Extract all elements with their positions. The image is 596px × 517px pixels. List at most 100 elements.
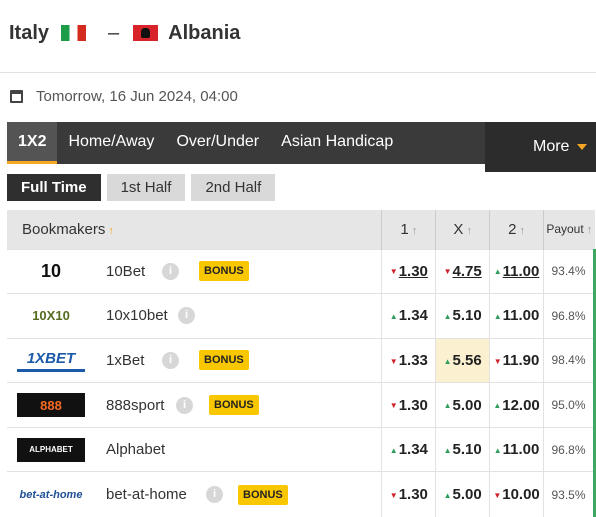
- tab-home-away[interactable]: Home/Away: [57, 122, 165, 164]
- 888sport-logo[interactable]: 888: [17, 393, 85, 418]
- odd-2[interactable]: ▼10.00: [489, 471, 544, 517]
- payout-value: 93.5%: [543, 471, 596, 517]
- arrow-up-icon: ▲: [443, 401, 452, 411]
- period-selector: Full Time 1st Half 2nd Half: [7, 174, 276, 201]
- tab-asian-handicap[interactable]: Asian Handicap: [270, 122, 404, 164]
- albania-flag-icon: [133, 25, 159, 41]
- odd-1[interactable]: ▼1.30: [381, 471, 436, 517]
- more-label: More: [533, 138, 570, 155]
- odd-x[interactable]: ▼4.75: [435, 248, 490, 294]
- period-full-time[interactable]: Full Time: [7, 174, 101, 201]
- match-date: Tomorrow, 16 Jun 2024, 04:00: [10, 88, 238, 105]
- payout-value: 98.4%: [543, 337, 596, 383]
- info-icon[interactable]: i: [162, 262, 179, 280]
- odd-1[interactable]: ▼1.30: [381, 382, 436, 428]
- 10bet-logo[interactable]: 10: [17, 259, 85, 284]
- odd-x-value: 5.10: [452, 441, 482, 459]
- col-bookmakers[interactable]: Bookmakers ↑: [7, 210, 382, 249]
- odd-x[interactable]: ▲5.10: [435, 293, 490, 339]
- bonus-badge[interactable]: BONUS: [199, 350, 249, 371]
- arrow-up-icon: ▲: [493, 401, 502, 411]
- odd-2-value: 11.00: [502, 441, 540, 459]
- odd-2[interactable]: ▲12.00: [489, 382, 544, 428]
- info-icon[interactable]: i: [162, 351, 179, 369]
- alphabet-logo[interactable]: ALPHABET: [17, 437, 85, 462]
- info-icon[interactable]: i: [176, 396, 193, 414]
- period-first-half[interactable]: 1st Half: [106, 174, 186, 201]
- bookmaker-name[interactable]: 1xBet: [106, 352, 164, 369]
- sort-arrow-icon: ↑: [519, 224, 525, 237]
- odd-1-value: 1.30: [398, 486, 428, 504]
- arrow-up-icon: ▲: [493, 445, 502, 455]
- sort-arrow-icon: ↑: [466, 224, 472, 237]
- bonus-badge[interactable]: BONUS: [209, 395, 259, 416]
- table-row: 888 888sport i BONUS ▼1.30 ▲5.00 ▲12.00 95.…: [7, 382, 596, 428]
- odd-2-value: 12.00: [502, 396, 540, 414]
- arrow-up-icon: ▲: [443, 311, 452, 321]
- 10x10bet-logo[interactable]: 10X10: [17, 304, 85, 328]
- odd-x[interactable]: ▲5.00: [435, 471, 490, 517]
- odd-x[interactable]: ▲5.56: [435, 337, 490, 383]
- odd-x[interactable]: ▲5.00: [435, 382, 490, 428]
- odd-2[interactable]: ▼11.90: [489, 337, 544, 383]
- odd-2-value: 11.00: [502, 262, 540, 280]
- arrow-down-icon: ▼: [389, 356, 398, 366]
- payout-value: 93.4%: [543, 248, 596, 294]
- home-team[interactable]: Italy: [9, 22, 49, 45]
- arrow-down-icon: ▼: [389, 267, 398, 277]
- 1xbet-logo[interactable]: 1XBET: [17, 348, 85, 373]
- odds-table: Bookmakers ↑ 1 ↑ X ↑ 2 ↑ Payout ↑ 10 10Bet i BON…: [7, 210, 596, 517]
- arrow-up-icon: ▲: [389, 311, 398, 321]
- arrow-up-icon: ▲: [493, 311, 502, 321]
- arrow-down-icon: ▼: [493, 490, 502, 500]
- table-header-row: Bookmakers ↑ 1 ↑ X ↑ 2 ↑ Payout ↑: [7, 210, 595, 249]
- arrow-down-icon: ▼: [389, 401, 398, 411]
- odd-1[interactable]: ▼1.33: [381, 337, 436, 383]
- period-second-half[interactable]: 2nd Half: [191, 174, 276, 201]
- bookmaker-name[interactable]: 10x10bet: [106, 307, 168, 324]
- bookmaker-name[interactable]: Alphabet: [106, 441, 178, 458]
- sort-arrow-icon: ↑: [411, 224, 418, 237]
- odd-x-value: 5.00: [452, 486, 482, 504]
- tab-1x2[interactable]: 1X2: [7, 122, 58, 164]
- odd-x-value: 5.56: [452, 351, 482, 369]
- match-date-text: Tomorrow, 16 Jun 2024, 04:00: [36, 88, 238, 105]
- bookmaker-name[interactable]: bet-at-home: [106, 486, 196, 503]
- bookmaker-name[interactable]: 10Bet: [106, 263, 164, 280]
- info-icon[interactable]: i: [178, 307, 195, 325]
- more-button[interactable]: More: [485, 122, 596, 172]
- table-row: 1XBET 1xBet i BONUS ▼1.33 ▲5.56 ▼11.90 98.4…: [7, 337, 596, 383]
- arrow-down-icon: ▼: [389, 490, 398, 500]
- info-icon[interactable]: i: [206, 486, 223, 504]
- odd-1[interactable]: ▼1.30: [381, 248, 436, 294]
- divider: [0, 72, 596, 73]
- odd-1[interactable]: ▲1.34: [381, 426, 436, 472]
- arrow-down-icon: ▼: [493, 356, 502, 366]
- odd-2[interactable]: ▲11.00: [489, 293, 544, 339]
- bonus-badge[interactable]: BONUS: [199, 261, 249, 282]
- sort-arrow-icon: ↑: [108, 224, 114, 237]
- col-1-label: 1: [400, 220, 409, 238]
- match-title: Italy – Albania: [9, 18, 240, 48]
- col-payout[interactable]: Payout ↑: [543, 210, 595, 249]
- col-1[interactable]: 1 ↑: [381, 210, 436, 249]
- table-row: ALPHABET Alphabet ▲1.34 ▲5.10 ▲11.00 96.8…: [7, 426, 596, 472]
- odd-1[interactable]: ▲1.34: [381, 293, 436, 339]
- odd-x-value: 4.75: [452, 262, 482, 280]
- arrow-up-icon: ▲: [493, 267, 502, 277]
- away-team[interactable]: Albania: [168, 22, 240, 45]
- odd-2[interactable]: ▲11.00: [489, 248, 544, 294]
- odd-x[interactable]: ▲5.10: [435, 426, 490, 472]
- odd-2[interactable]: ▲11.00: [489, 426, 544, 472]
- bet-at-home-logo[interactable]: bet-at-home: [17, 483, 85, 507]
- arrow-up-icon: ▲: [443, 445, 452, 455]
- bookmaker-name[interactable]: 888sport: [106, 397, 178, 414]
- col-2[interactable]: 2 ↑: [489, 210, 544, 249]
- tab-over-under[interactable]: Over/Under: [165, 122, 270, 164]
- odd-2-value: 11.00: [502, 307, 540, 325]
- bonus-badge[interactable]: BONUS: [238, 484, 288, 505]
- odd-1-value: 1.30: [398, 396, 428, 414]
- col-x[interactable]: X ↑: [435, 210, 490, 249]
- payout-value: 96.8%: [543, 293, 596, 339]
- odd-2-value: 10.00: [502, 486, 540, 504]
